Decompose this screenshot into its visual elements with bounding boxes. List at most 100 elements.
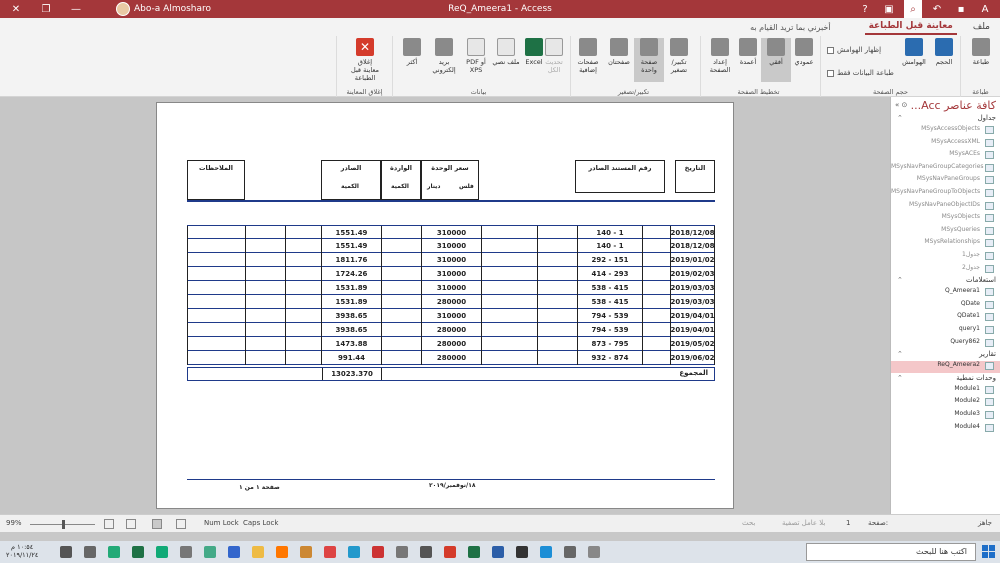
nav-item[interactable]: Module1 <box>891 385 1000 397</box>
search-box[interactable]: بحث <box>742 519 755 527</box>
page-setup-button[interactable]: إعداد الصفحة <box>705 38 735 82</box>
volume-icon[interactable] <box>108 546 120 558</box>
outgoing-qty-cell: 1811.76 <box>321 253 381 267</box>
nav-item[interactable]: Module3 <box>891 410 1000 422</box>
print-data-only-checkbox[interactable]: طباعة البيانات فقط <box>827 69 894 77</box>
nav-section-tables[interactable]: ⌃ جداول <box>891 114 1000 125</box>
landscape-button[interactable]: أفقي <box>761 38 791 82</box>
refresh-all-button[interactable]: تحديث الكل <box>539 38 569 82</box>
nav-item[interactable]: Q_Ameera1 <box>891 287 1000 299</box>
folder-icon[interactable] <box>564 546 576 558</box>
app-icon[interactable] <box>516 546 528 558</box>
telegram-icon[interactable] <box>348 546 360 558</box>
pdf-xps-button[interactable]: PDF أو XPS <box>461 38 491 82</box>
nav-item[interactable]: Module4 <box>891 423 1000 435</box>
app-icon[interactable] <box>156 546 168 558</box>
clock[interactable]: ١٠:٥٤ م ٢٠١٩/١١/٢٤ <box>6 543 38 559</box>
nav-item[interactable]: QDate <box>891 300 1000 312</box>
windows-start-icon[interactable] <box>982 545 996 559</box>
save-icon[interactable]: ▪ <box>952 0 970 18</box>
ribbon-display-icon[interactable]: ▣ <box>880 0 898 18</box>
chrome-icon[interactable] <box>228 546 240 558</box>
app-icon[interactable] <box>324 546 336 558</box>
minimize-window-button[interactable]: — <box>66 0 86 18</box>
nav-item[interactable]: MSysAccessObjects <box>891 125 1000 137</box>
nav-pane-controls[interactable]: « ⊙ <box>895 101 907 109</box>
columns-button[interactable]: أعمدة <box>733 38 763 82</box>
nav-item[interactable]: MSysNavPaneGroupCategories <box>891 163 1000 175</box>
firefox-icon[interactable] <box>252 546 264 558</box>
close-window-button[interactable]: ✕ <box>6 0 26 18</box>
more-button[interactable]: أكثر <box>397 38 427 82</box>
size-button[interactable]: الحجم <box>929 38 959 82</box>
app-icon[interactable] <box>276 546 288 558</box>
nav-item[interactable]: MSysNavPaneGroupToObjects <box>891 188 1000 200</box>
blank-cell-4 <box>537 239 577 253</box>
zoom-slider-knob[interactable] <box>62 520 65 529</box>
taskbar-search-input[interactable]: اكتب هنا للبحث <box>806 543 976 561</box>
view-design-icon[interactable] <box>126 519 136 529</box>
undo-icon[interactable]: ↶ <box>928 0 946 18</box>
nav-item[interactable]: جدول2 <box>891 264 1000 276</box>
nav-item[interactable]: query1 <box>891 325 1000 337</box>
view-report-icon[interactable] <box>176 519 186 529</box>
tell-me-box[interactable]: أخبرني بما تريد القيام به <box>750 23 830 32</box>
restore-window-button[interactable]: ❐ <box>36 0 56 18</box>
outgoing-qty-cell: 1551.49 <box>321 226 381 240</box>
nav-section-reports[interactable]: ⌃ تقارير <box>891 350 1000 361</box>
nav-item[interactable]: MSysRelationships <box>891 238 1000 250</box>
task-view-icon[interactable] <box>588 546 600 558</box>
edge-icon[interactable] <box>540 546 552 558</box>
text-file-button[interactable]: ملف نصي <box>491 38 521 82</box>
app-icon[interactable] <box>300 546 312 558</box>
one-page-button[interactable]: صفحة واحدة <box>634 38 664 82</box>
excel-icon[interactable] <box>468 546 480 558</box>
nav-section-modules[interactable]: ⌃ وحدات نمطية <box>891 374 1000 385</box>
network-icon[interactable] <box>132 546 144 558</box>
word-icon[interactable] <box>492 546 504 558</box>
search-icon[interactable]: ⌕ <box>904 0 922 18</box>
view-print-preview-icon[interactable] <box>152 519 162 529</box>
app-icon[interactable] <box>396 546 408 558</box>
opera-icon[interactable] <box>372 546 384 558</box>
preview-area[interactable]: التاريخ رقم المستند الصادر سعر الوحدة فل… <box>0 97 890 514</box>
view-layout-icon[interactable] <box>104 519 114 529</box>
nav-item[interactable]: Module2 <box>891 397 1000 409</box>
nav-item[interactable]: Query862 <box>891 338 1000 350</box>
nav-item[interactable]: MSysNavPaneGroups <box>891 175 1000 187</box>
help-icon[interactable]: ? <box>856 0 874 18</box>
tab-print-preview[interactable]: معاينة قبل الطباعة <box>864 19 957 35</box>
zoom-button[interactable]: تكبير/تصغير <box>664 38 694 82</box>
nav-item[interactable]: MSysNavPaneObjectIDs <box>891 201 1000 213</box>
margins-button[interactable]: الهوامش <box>899 38 929 82</box>
app-icon[interactable] <box>180 546 192 558</box>
page-number-input[interactable]: 1 <box>846 519 850 527</box>
nav-item[interactable]: MSysQueries <box>891 226 1000 238</box>
app-icon[interactable] <box>420 546 432 558</box>
print-button[interactable]: طباعة <box>966 38 996 82</box>
wifi-icon[interactable] <box>84 546 96 558</box>
tab-file[interactable]: ملف <box>969 20 994 34</box>
nav-item[interactable]: MSysACEs <box>891 150 1000 162</box>
nav-item[interactable]: QDate1 <box>891 312 1000 324</box>
app-icon[interactable] <box>204 546 216 558</box>
nav-item[interactable]: جدول1 <box>891 251 1000 263</box>
two-pages-button[interactable]: صفحتان <box>604 38 634 82</box>
nav-item[interactable]: MSysObjects <box>891 213 1000 225</box>
nav-section-queries[interactable]: ⌃ استعلامات <box>891 276 1000 287</box>
user-account[interactable]: Abo-a Almosharo <box>116 2 211 16</box>
access-icon[interactable] <box>444 546 456 558</box>
email-button[interactable]: بريد إلكتروني <box>429 38 459 82</box>
doc-number-cell: 873 - 795 <box>577 337 642 351</box>
close-preview-button[interactable]: ✕ إغلاق معاينة قبل الطباعة <box>350 38 380 82</box>
nav-item[interactable]: MSysAccessXML <box>891 138 1000 150</box>
show-margins-checkbox[interactable]: إظهار الهوامش <box>827 46 881 54</box>
portrait-button[interactable]: عمودي <box>789 38 819 82</box>
blank-cell-4 <box>537 281 577 295</box>
nav-pane-title[interactable]: كافة عناصر Acc... <box>911 99 996 112</box>
filter-status[interactable]: بلا عامل تصفية <box>782 519 825 527</box>
nav-item[interactable]: ReQ_Ameera2 <box>891 361 1000 374</box>
more-pages-button[interactable]: صفحات إضافية <box>573 38 603 82</box>
status-bar: 99% Num Lock Caps Lock بحث بلا عامل تصفي… <box>0 514 1000 532</box>
windows-security-icon[interactable] <box>60 546 72 558</box>
